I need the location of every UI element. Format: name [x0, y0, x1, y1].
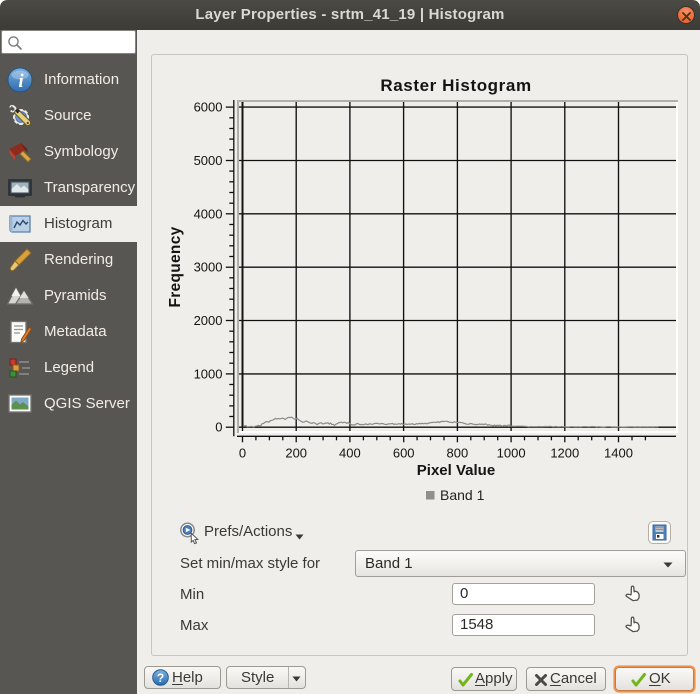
svg-text:200: 200: [285, 446, 307, 461]
svg-text:800: 800: [447, 446, 469, 461]
svg-text:Raster Histogram: Raster Histogram: [380, 76, 531, 95]
svg-text:Band 1: Band 1: [440, 487, 485, 503]
svg-text:1000: 1000: [194, 366, 223, 381]
svg-text:1400: 1400: [604, 446, 633, 461]
svg-text:600: 600: [393, 446, 415, 461]
svg-text:Pixel Value: Pixel Value: [417, 462, 495, 479]
svg-text:3000: 3000: [194, 260, 223, 275]
svg-text:400: 400: [339, 446, 361, 461]
svg-text:1200: 1200: [550, 446, 579, 461]
svg-text:5000: 5000: [194, 153, 223, 168]
svg-text:0: 0: [215, 420, 222, 435]
svg-text:4000: 4000: [194, 206, 223, 221]
svg-text:?: ?: [157, 671, 164, 685]
svg-text:Frequency: Frequency: [167, 226, 184, 307]
svg-text:6000: 6000: [194, 100, 223, 115]
svg-text:1000: 1000: [497, 446, 526, 461]
svg-text:2000: 2000: [194, 313, 223, 328]
svg-text:0: 0: [239, 446, 246, 461]
